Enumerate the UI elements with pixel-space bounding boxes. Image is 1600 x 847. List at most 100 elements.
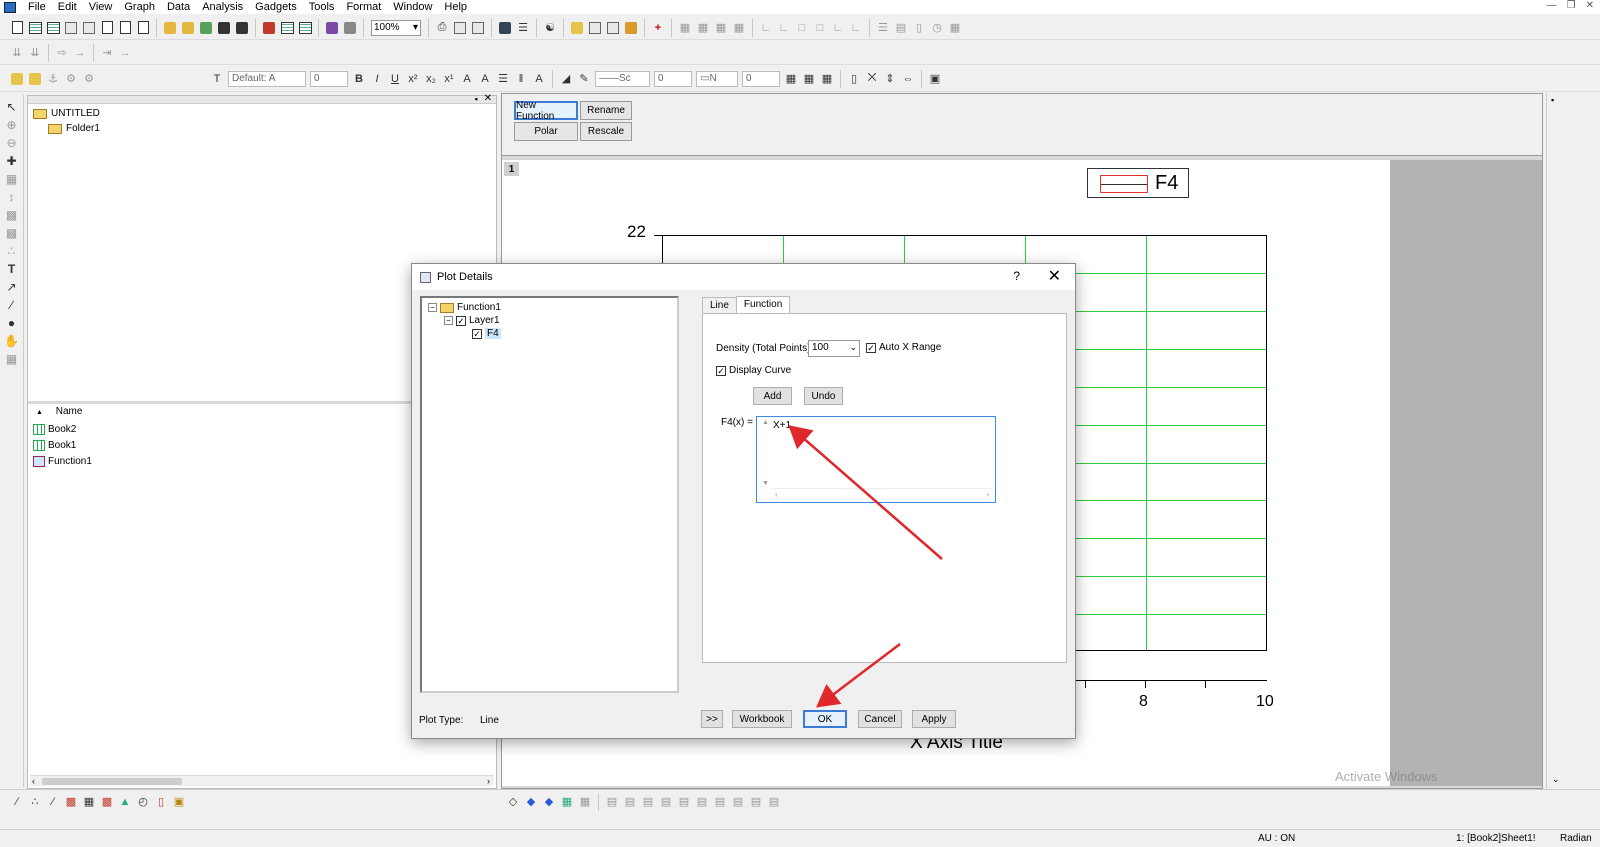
bold-icon[interactable]: B (351, 71, 367, 87)
formula-vertical-scrollbar[interactable]: ▲ ▼ (759, 419, 772, 487)
axis-frame-icon[interactable]: □ (812, 20, 828, 36)
plot-checkbox[interactable]: ✓ (472, 328, 482, 339)
layer-management-icon[interactable]: ☰ (515, 20, 531, 36)
menu-view[interactable]: View (83, 0, 119, 14)
move-right-icon[interactable]: ⇥ (99, 45, 115, 61)
polar-button[interactable]: Polar (514, 122, 578, 141)
tab-line[interactable]: Line (702, 297, 737, 314)
list-item[interactable]: Book1 (33, 440, 76, 451)
close-window-icon[interactable]: ✕ (1586, 0, 1594, 11)
zoom-select[interactable]: 100% ▾ (371, 19, 421, 36)
axis-offset-icon[interactable]: ∟ (848, 20, 864, 36)
add-table-icon[interactable]: ☰ (875, 20, 891, 36)
collapse-icon[interactable]: − (428, 303, 437, 312)
distribute-h-icon[interactable]: ⇔ (900, 71, 916, 87)
surface-plot-icon[interactable]: ▲ (117, 794, 133, 810)
row-down-icon[interactable]: ⇊ (9, 45, 25, 61)
line-style-select[interactable]: —— Sc (595, 70, 650, 87)
list-item[interactable]: Function1 (33, 456, 92, 467)
scatter-plot-icon[interactable]: ∴ (27, 794, 43, 810)
box-plot-icon[interactable]: ▯ (153, 794, 169, 810)
open-template-icon[interactable] (180, 20, 196, 36)
line-plot-icon[interactable]: ∕ (9, 794, 25, 810)
extract-layers-icon[interactable]: ▦ (731, 20, 747, 36)
undo-button[interactable]: Undo (804, 387, 843, 405)
move-end-icon[interactable]: → (117, 45, 133, 61)
help-button[interactable]: ? (1013, 269, 1020, 283)
menu-analysis[interactable]: Analysis (196, 0, 249, 14)
arrow-right-small-icon[interactable]: → (72, 45, 88, 61)
expand-button[interactable]: >> (701, 710, 723, 728)
tools5-icon[interactable]: ⚙ (81, 71, 97, 87)
align-left-icon[interactable]: ▤ (604, 794, 620, 810)
fit-icon[interactable]: ▯ (846, 71, 862, 87)
menu-edit[interactable]: Edit (52, 0, 83, 14)
align-top-icon[interactable]: ▤ (640, 794, 656, 810)
fill-value-select[interactable]: 0 (742, 70, 780, 87)
axis-bottom-icon[interactable]: ∟ (758, 20, 774, 36)
new-function-icon[interactable] (99, 20, 115, 36)
text-tool-icon[interactable]: T (4, 261, 20, 277)
close-explorer-icon[interactable]: ✕ (484, 93, 492, 104)
new-matrix-icon[interactable] (81, 20, 97, 36)
save-project-icon[interactable] (216, 20, 232, 36)
scroll-up-icon[interactable]: ▲ (762, 419, 769, 426)
display-curve-checkbox[interactable]: ✓ Display Curve (716, 365, 791, 376)
add-legend-icon[interactable]: ▤ (893, 20, 909, 36)
cross-icon[interactable]: ⨉ (864, 71, 880, 87)
tools4-icon[interactable]: ⚙ (63, 71, 79, 87)
line-tool-icon[interactable]: ∕ (4, 297, 20, 313)
rename-button[interactable]: Rename (580, 101, 632, 120)
insert-graph-icon[interactable]: ▦ (4, 351, 20, 367)
draw-data-icon[interactable]: ∴ (4, 243, 20, 259)
tree-node-root[interactable]: UNTITLED (33, 108, 100, 119)
axis-box-icon[interactable]: □ (794, 20, 810, 36)
columns-icon[interactable]: ‖ (513, 71, 529, 87)
3d-scatter-icon[interactable]: ▦ (577, 794, 593, 810)
pointer-icon[interactable]: ↖ (4, 99, 20, 115)
font-size-select[interactable]: 0 (310, 70, 348, 87)
menu-tools[interactable]: Tools (303, 0, 341, 14)
save-window-icon[interactable] (234, 20, 250, 36)
new-function-button[interactable]: New Function (514, 100, 578, 122)
menu-window[interactable]: Window (387, 0, 438, 14)
scroll-right-icon[interactable]: › (986, 490, 989, 499)
arrange-layers-icon[interactable]: ▦ (695, 20, 711, 36)
workbook-button[interactable]: Workbook (732, 710, 792, 728)
front-icon[interactable]: ▤ (748, 794, 764, 810)
hand-icon[interactable]: ✋ (4, 333, 20, 349)
fill-color-icon[interactable]: ◢ (558, 71, 574, 87)
3d-bar-icon[interactable]: ▦ (559, 794, 575, 810)
back-icon[interactable]: ▤ (766, 794, 782, 810)
rescale-button[interactable]: Rescale (580, 122, 632, 141)
zoom-in-icon[interactable]: ⊕ (4, 117, 20, 133)
results-log-icon[interactable] (569, 20, 585, 36)
arrow-right-icon[interactable]: ⇨ (54, 45, 70, 61)
menu-file[interactable]: File (22, 0, 52, 14)
axis-both-icon[interactable]: ∟ (830, 20, 846, 36)
group-icon[interactable]: ▤ (712, 794, 728, 810)
import-multiple-icon[interactable] (279, 20, 295, 36)
align-right-icon[interactable]: ▤ (622, 794, 638, 810)
collapse-icon[interactable]: − (444, 316, 453, 325)
add-app-icon[interactable]: + (650, 20, 666, 36)
shape-tool-icon[interactable]: ● (4, 315, 20, 331)
density-select[interactable]: 100 ⌄ (808, 340, 860, 357)
app-icon[interactable] (4, 1, 16, 13)
export-icon[interactable] (470, 20, 486, 36)
superscript-icon[interactable]: x² (405, 71, 421, 87)
new-graph-icon[interactable] (63, 20, 79, 36)
tools3-icon[interactable]: ⚓ (45, 71, 61, 87)
command-window-icon[interactable] (605, 20, 621, 36)
add-scale-icon[interactable]: ▯ (911, 20, 927, 36)
column-plot-icon[interactable]: ▩ (63, 794, 79, 810)
menu-help[interactable]: Help (438, 0, 473, 14)
line-symbol-plot-icon[interactable]: ∕ (45, 794, 61, 810)
tools-icon[interactable] (9, 71, 25, 87)
open-icon[interactable] (162, 20, 178, 36)
import-single-icon[interactable] (261, 20, 277, 36)
col-down-icon[interactable]: ⇊ (27, 45, 43, 61)
table-icon[interactable]: ▦ (819, 71, 835, 87)
screen-reader-icon[interactable]: ✚ (4, 153, 20, 169)
auto-x-range-checkbox[interactable]: ✓ Auto X Range (866, 342, 941, 353)
